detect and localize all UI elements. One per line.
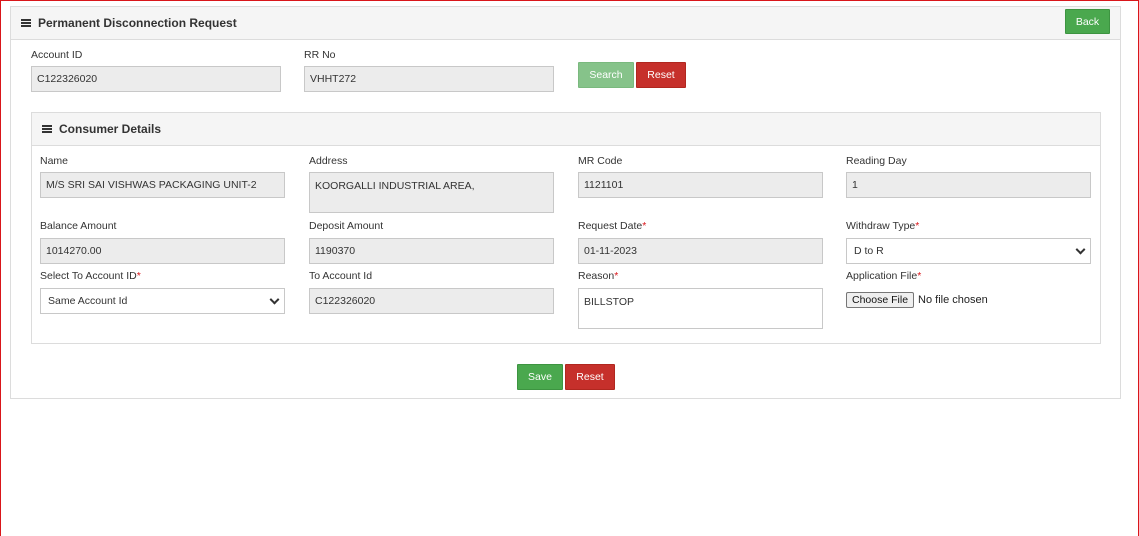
- account-id-label: Account ID: [31, 49, 83, 61]
- select-to-account-label-text: Select To Account ID: [40, 270, 137, 282]
- select-to-account-value: Same Account Id: [48, 295, 128, 307]
- footer-reset-button[interactable]: Reset: [565, 364, 615, 390]
- menu-icon: [42, 125, 52, 133]
- reason-label: Reason*: [578, 270, 618, 282]
- no-file-text: No file chosen: [918, 294, 988, 306]
- application-file-label-text: Application File: [846, 270, 918, 282]
- deposit-amount-label: Deposit Amount: [309, 220, 384, 232]
- reading-day-field[interactable]: 1: [846, 172, 1091, 198]
- address-label: Address: [309, 155, 348, 167]
- rr-no-label: RR No: [304, 49, 336, 61]
- consumer-details-header: Consumer Details: [32, 113, 1100, 146]
- to-account-field[interactable]: C122326020: [309, 288, 554, 314]
- required-mark: *: [917, 270, 922, 282]
- required-mark: *: [614, 270, 619, 282]
- panel-header: Permanent Disconnection Request Back: [11, 7, 1120, 40]
- back-button[interactable]: Back: [1065, 9, 1110, 34]
- disconnection-panel: Permanent Disconnection Request Back Acc…: [10, 6, 1121, 399]
- withdraw-type-label: Withdraw Type*: [846, 220, 919, 232]
- request-date-label-text: Request Date: [578, 220, 643, 232]
- reason-textarea[interactable]: BILLSTOP: [578, 288, 823, 329]
- name-label: Name: [40, 155, 69, 167]
- required-mark: *: [642, 220, 647, 232]
- balance-amount-field[interactable]: 1014270.00: [40, 238, 285, 264]
- application-file-input: Choose File No file chosen: [846, 292, 988, 308]
- request-date-label: Request Date*: [578, 220, 646, 232]
- panel-title-text: Permanent Disconnection Request: [38, 16, 237, 30]
- chevron-down-icon: [269, 294, 280, 305]
- mr-code-label: MR Code: [578, 155, 623, 167]
- consumer-details-title: Consumer Details: [42, 122, 161, 136]
- select-to-account-label: Select To Account ID*: [40, 270, 141, 282]
- save-button[interactable]: Save: [517, 364, 563, 390]
- address-field[interactable]: KOORGALLI INDUSTRIAL AREA,: [309, 172, 554, 213]
- withdraw-type-value: D to R: [854, 245, 884, 257]
- choose-file-button[interactable]: Choose File: [846, 292, 915, 308]
- deposit-amount-field[interactable]: 1190370: [309, 238, 554, 264]
- rr-no-input[interactable]: VHHT272: [304, 66, 554, 92]
- required-mark: *: [136, 270, 141, 282]
- request-date-field[interactable]: 01-11-2023: [578, 238, 823, 264]
- account-id-input[interactable]: C122326020: [31, 66, 281, 92]
- withdraw-type-label-text: Withdraw Type: [846, 220, 916, 232]
- name-field[interactable]: M/S SRI SAI VISHWAS PACKAGING UNIT-2: [40, 172, 285, 198]
- consumer-details-title-text: Consumer Details: [59, 122, 162, 136]
- search-button[interactable]: Search: [578, 62, 634, 88]
- required-mark: *: [915, 220, 920, 232]
- reason-label-text: Reason: [578, 270, 615, 282]
- panel-title: Permanent Disconnection Request: [21, 16, 237, 30]
- search-reset-button[interactable]: Reset: [636, 62, 686, 88]
- withdraw-type-select[interactable]: D to R: [846, 238, 1091, 264]
- chevron-down-icon: [1075, 244, 1086, 255]
- balance-amount-label: Balance Amount: [40, 220, 117, 232]
- application-file-label: Application File*: [846, 270, 921, 282]
- select-to-account-select[interactable]: Same Account Id: [40, 288, 285, 314]
- reading-day-label: Reading Day: [846, 155, 907, 167]
- menu-icon: [21, 19, 31, 27]
- consumer-details-panel: Consumer Details Name M/S SRI SAI VISHWA…: [31, 112, 1101, 344]
- mr-code-field[interactable]: 1121101: [578, 172, 823, 198]
- to-account-label: To Account Id: [309, 270, 373, 282]
